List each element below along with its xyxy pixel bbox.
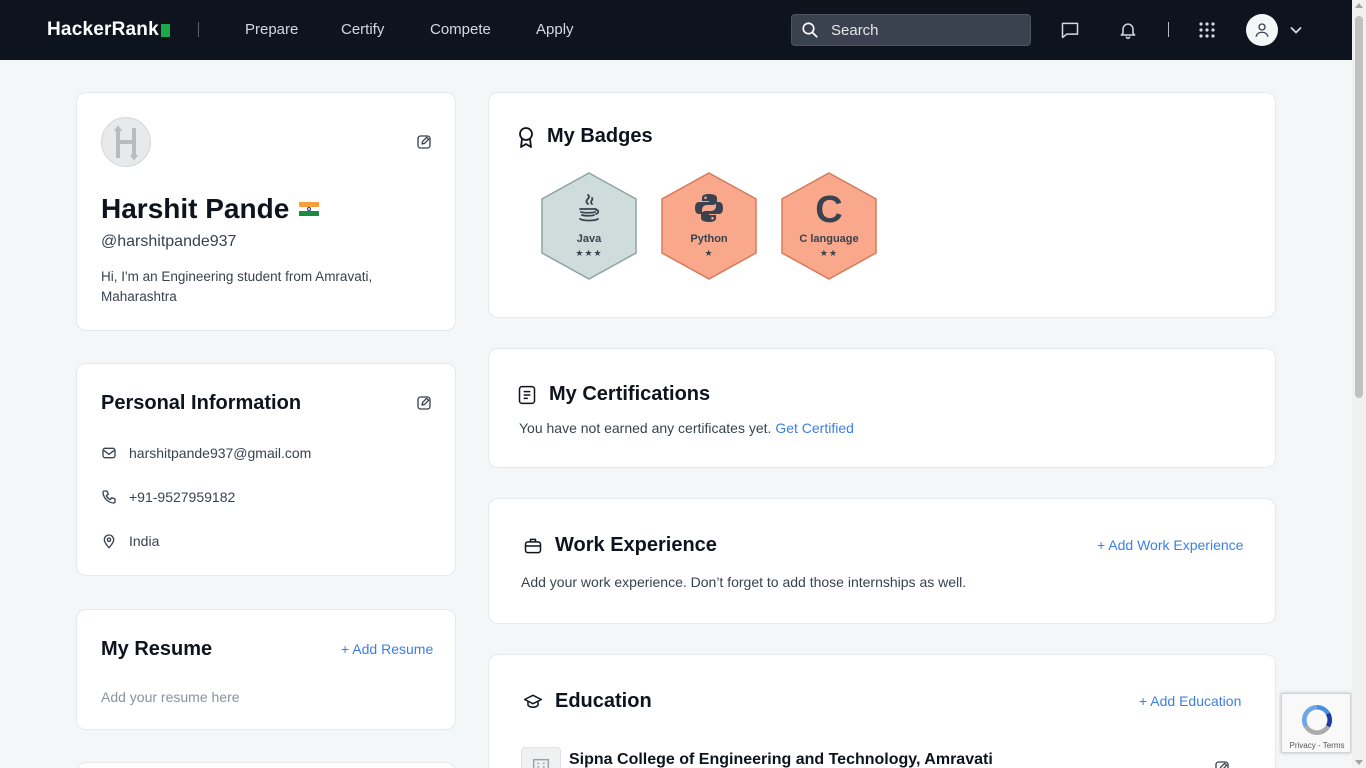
nav-divider bbox=[198, 22, 199, 37]
search-input[interactable] bbox=[831, 21, 1011, 39]
profile-card: Harshit Pande @harshitpande937 Hi, I'm a… bbox=[76, 92, 456, 331]
logo-text: HackerRank bbox=[47, 19, 159, 40]
profile-bio: Hi, I'm an Engineering student from Amra… bbox=[101, 269, 373, 304]
page-scrollbar[interactable] bbox=[1352, 0, 1366, 768]
nav-link-apply[interactable]: Apply bbox=[536, 21, 574, 38]
messages-icon[interactable] bbox=[1058, 18, 1082, 42]
nav-link-compete[interactable]: Compete bbox=[430, 21, 491, 38]
badge-python-stars: ★ bbox=[704, 248, 714, 258]
personal-info-title: Personal Information bbox=[101, 392, 302, 414]
chevron-down-icon[interactable] bbox=[1284, 18, 1308, 42]
certifications-header: My Certifications bbox=[517, 383, 710, 406]
certifications-card: My Certifications You have not earned an… bbox=[488, 348, 1276, 468]
search-icon bbox=[802, 22, 818, 38]
badge-c-name: C language bbox=[799, 233, 859, 245]
profile-name-row: Harshit Pande bbox=[101, 193, 320, 225]
work-experience-card: Work Experience + Add Work Experience Ad… bbox=[488, 498, 1276, 624]
profile-avatar[interactable] bbox=[101, 117, 151, 167]
personal-info-card: Personal Information harshitpande937@gma… bbox=[76, 363, 456, 576]
nav-link-prepare[interactable]: Prepare bbox=[245, 21, 298, 38]
phone-value: +91-9527959182 bbox=[129, 489, 236, 505]
recaptcha-icon bbox=[1301, 705, 1333, 736]
next-card-partial bbox=[76, 762, 456, 768]
badges-header: My Badges bbox=[517, 125, 653, 148]
certificate-icon bbox=[518, 385, 536, 404]
college-building-icon bbox=[521, 747, 561, 768]
badge-c-stars: ★★ bbox=[819, 248, 839, 258]
badge-java-stars: ★★★ bbox=[575, 248, 603, 258]
logo-mark bbox=[160, 23, 170, 37]
phone-row: +91-9527959182 bbox=[101, 489, 235, 505]
resume-card: My Resume + Add Resume Add your resume h… bbox=[76, 609, 456, 730]
profile-handle: @harshitpande937 bbox=[101, 233, 237, 250]
briefcase-icon bbox=[524, 538, 542, 553]
get-certified-link[interactable]: Get Certified bbox=[775, 420, 854, 436]
work-experience-text: Add your work experience. Don’t forget t… bbox=[521, 574, 967, 590]
recaptcha-badge[interactable]: Privacy - Terms bbox=[1281, 693, 1351, 753]
mail-icon bbox=[102, 447, 116, 459]
work-experience-title: Work Experience bbox=[555, 534, 717, 556]
badge-c-language[interactable]: C C language ★★ bbox=[779, 171, 879, 281]
top-navbar: HackerRank Prepare Certify Compete Apply bbox=[0, 0, 1352, 60]
email-value: harshitpande937@gmail.com bbox=[129, 445, 312, 461]
nav-link-certify[interactable]: Certify bbox=[341, 21, 384, 38]
education-card: Education + Add Education Sipna College … bbox=[488, 654, 1276, 768]
scrollbar-thumb[interactable] bbox=[1355, 16, 1363, 398]
badge-python[interactable]: Python ★ bbox=[659, 171, 759, 281]
search-box[interactable] bbox=[791, 14, 1031, 46]
college-name: Sipna College of Engineering and Technol… bbox=[569, 751, 993, 768]
india-flag-icon bbox=[299, 202, 320, 216]
bell-icon[interactable] bbox=[1116, 18, 1140, 42]
resume-title: My Resume bbox=[101, 638, 213, 660]
add-resume-link[interactable]: + Add Resume bbox=[341, 641, 433, 657]
recaptcha-links[interactable]: Privacy - Terms bbox=[1282, 741, 1352, 750]
badge-ribbon-icon bbox=[519, 126, 533, 148]
certifications-text: You have not earned any certificates yet… bbox=[519, 420, 772, 436]
add-education-link[interactable]: + Add Education bbox=[1139, 693, 1241, 709]
location-row: India bbox=[101, 533, 159, 549]
graduation-cap-icon bbox=[523, 694, 543, 708]
email-row: harshitpande937@gmail.com bbox=[101, 445, 311, 461]
certifications-title: My Certifications bbox=[549, 383, 711, 405]
resume-placeholder-text: Add your resume here bbox=[101, 689, 240, 705]
edit-profile-icon[interactable] bbox=[415, 133, 433, 151]
user-icon bbox=[1255, 23, 1269, 37]
apps-grid-icon[interactable] bbox=[1195, 18, 1219, 42]
badge-java[interactable]: Java ★★★ bbox=[539, 171, 639, 281]
badge-python-name: Python bbox=[690, 233, 728, 245]
add-work-experience-link[interactable]: + Add Work Experience bbox=[1097, 537, 1243, 553]
badges-card: My Badges Java ★★★ Python ★ C C language… bbox=[488, 92, 1276, 318]
location-pin-icon bbox=[103, 534, 115, 549]
hackerrank-logo[interactable]: HackerRank bbox=[47, 19, 170, 41]
python-icon bbox=[659, 193, 759, 223]
edit-personal-info-icon[interactable] bbox=[415, 394, 433, 412]
badges-title: My Badges bbox=[547, 125, 653, 147]
badge-java-name: Java bbox=[576, 233, 602, 245]
java-icon bbox=[539, 193, 639, 225]
certifications-message: You have not earned any certificates yet… bbox=[519, 420, 854, 436]
phone-icon bbox=[102, 490, 116, 504]
work-experience-header: Work Experience bbox=[523, 534, 717, 557]
user-avatar-button[interactable] bbox=[1246, 14, 1278, 46]
education-title: Education bbox=[555, 690, 652, 712]
c-icon: C bbox=[815, 189, 843, 231]
nav-divider-right bbox=[1168, 22, 1169, 37]
profile-name: Harshit Pande bbox=[101, 193, 290, 224]
hackerrank-h-avatar-icon bbox=[114, 125, 138, 161]
location-value: India bbox=[129, 533, 160, 549]
education-header: Education bbox=[523, 690, 652, 713]
scroll-down-arrow-icon[interactable] bbox=[1355, 760, 1363, 765]
edit-education-icon[interactable] bbox=[1213, 759, 1231, 768]
scroll-up-arrow-icon[interactable] bbox=[1355, 3, 1363, 8]
